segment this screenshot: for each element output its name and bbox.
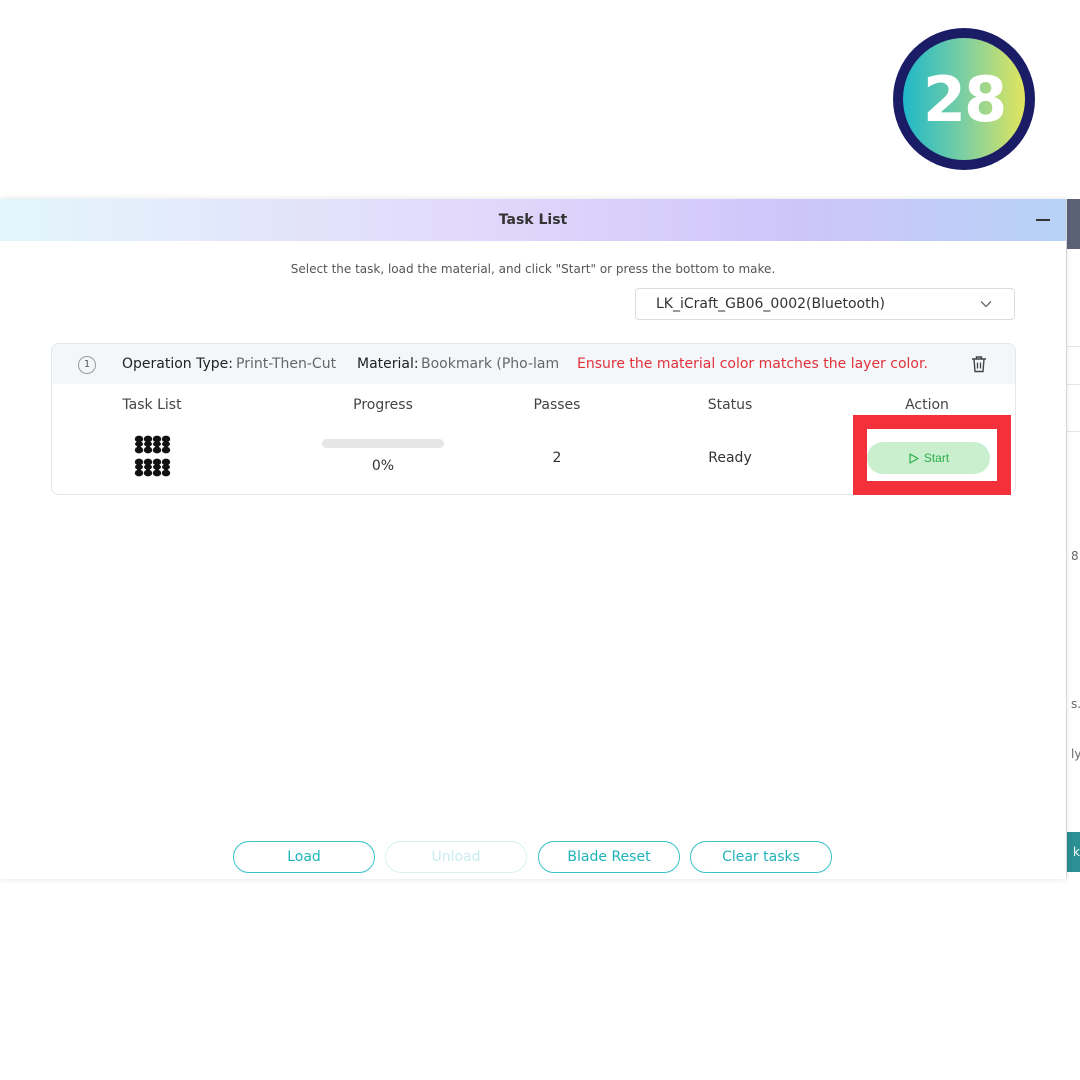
blade-reset-button[interactable]: Blade Reset [538,841,680,873]
clear-tasks-button[interactable]: Clear tasks [690,841,832,873]
minimize-icon[interactable] [1036,219,1050,221]
background-app-text: s. [1071,697,1080,711]
background-app-header [1067,199,1080,249]
column-header-task-list: Task List [122,397,182,413]
start-button[interactable]: Start [867,442,990,474]
dialog-header: Task List [0,199,1066,241]
operation-type-value: Print-Then-Cut [236,356,337,372]
chevron-down-icon [980,301,992,308]
background-app-button-label: k [1073,845,1080,859]
material-value: Bookmark (Pho-lam [421,356,560,372]
instruction-text: Select the task, load the material, and … [290,262,776,276]
trash-icon[interactable] [969,354,989,374]
operation-type-label: Operation Type: [122,356,233,372]
task-list-dialog: Task List Select the task, load the mate… [0,199,1066,879]
background-app-text: 8. [1071,549,1080,563]
background-app-divider [1067,346,1080,347]
device-select-value: LK_iCraft_GB06_0002(Bluetooth) [656,296,885,312]
task-thumbnail-image [134,435,171,477]
device-select[interactable]: LK_iCraft_GB06_0002(Bluetooth) [635,288,1015,320]
step-badge-inner: 28 [903,38,1025,160]
column-header-progress: Progress [353,397,413,413]
progress-bar [322,439,444,448]
background-app: 8. s. ly k [1066,199,1080,879]
task-index-badge: 1 [78,356,96,374]
material-label: Material: [357,356,419,372]
load-button[interactable]: Load [233,841,375,873]
material-color-warning: Ensure the material color matches the la… [577,356,928,372]
step-number: 28 [922,62,1007,136]
start-button-label: Start [923,451,950,465]
column-header-status: Status [707,397,753,413]
column-header-action: Action [905,397,949,413]
background-app-divider [1067,384,1080,385]
unload-button[interactable]: Unload [385,841,527,873]
background-app-button[interactable]: k [1067,832,1080,872]
progress-percent: 0% [371,458,395,474]
play-icon [909,452,919,464]
status-value: Ready [708,450,752,466]
dialog-title: Task List [498,212,568,228]
task-card: 1 Operation Type: Print-Then-Cut Materia… [51,343,1016,495]
task-card-header: 1 Operation Type: Print-Then-Cut Materia… [52,344,1015,384]
background-app-text: ly [1071,747,1080,761]
column-header-passes: Passes [533,397,581,413]
step-badge: 28 [893,28,1035,170]
background-app-divider [1067,431,1080,432]
passes-value: 2 [552,450,562,466]
